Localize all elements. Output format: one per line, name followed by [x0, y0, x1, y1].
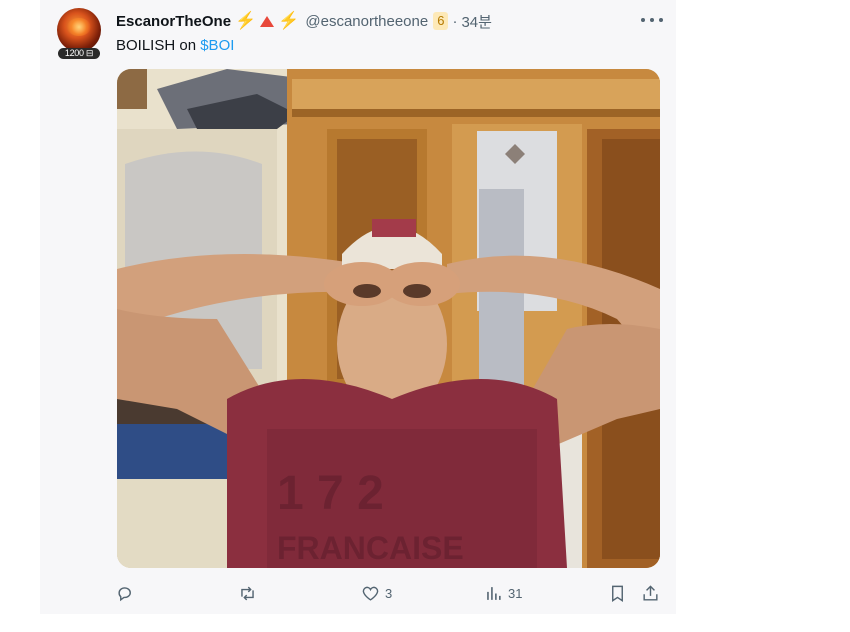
- post-card[interactable]: 1200 ⊟ EscanorTheOne ⚡ ⚡ @escanortheeone…: [40, 0, 676, 614]
- svg-text:1 7 2: 1 7 2: [277, 467, 384, 520]
- svg-text:FRANCAISE: FRANCAISE: [277, 530, 464, 566]
- bookmark-icon: [612, 585, 623, 602]
- number-badge: 6: [433, 12, 449, 30]
- like-button[interactable]: 3: [361, 582, 392, 604]
- bolt-icon: ⚡: [278, 11, 300, 30]
- repost-icon: [241, 586, 254, 600]
- separator-dot: ·: [452, 12, 458, 30]
- reply-button[interactable]: [116, 582, 140, 604]
- post-actions: 3 31: [116, 582, 666, 604]
- more-options-icon[interactable]: [641, 10, 663, 30]
- heart-icon: [362, 586, 379, 601]
- author-handle[interactable]: @escanortheeone: [305, 13, 428, 30]
- author-avatar[interactable]: [57, 8, 101, 52]
- share-button[interactable]: [641, 582, 660, 604]
- views-count: 31: [508, 585, 523, 601]
- post-text: BOILISH on $BOI: [116, 37, 234, 54]
- post-photo[interactable]: 1 7 2 FRANCAISE: [117, 69, 660, 568]
- bookmark-button[interactable]: [608, 582, 627, 604]
- post-timestamp[interactable]: 34분: [461, 11, 492, 32]
- repost-button[interactable]: [238, 582, 262, 604]
- share-icon: [643, 584, 658, 601]
- name-emojis: ⚡ ⚡: [235, 11, 299, 31]
- avatar-badge: 1200 ⊟: [58, 48, 100, 59]
- views-icon: [487, 586, 501, 600]
- reply-icon: [118, 586, 131, 601]
- cashtag-link[interactable]: $BOI: [200, 37, 234, 54]
- bolt-icon: ⚡: [235, 11, 257, 30]
- like-count: 3: [385, 585, 393, 601]
- post-header: EscanorTheOne ⚡ ⚡ @escanortheeone 6 · 34…: [116, 11, 492, 31]
- views-button[interactable]: 31: [484, 582, 522, 604]
- author-name[interactable]: EscanorTheOne: [116, 13, 231, 30]
- red-triangle-icon: [260, 15, 275, 27]
- post-text-body: BOILISH on: [116, 37, 201, 54]
- photo-illustration: 1 7 2 FRANCAISE: [117, 69, 660, 568]
